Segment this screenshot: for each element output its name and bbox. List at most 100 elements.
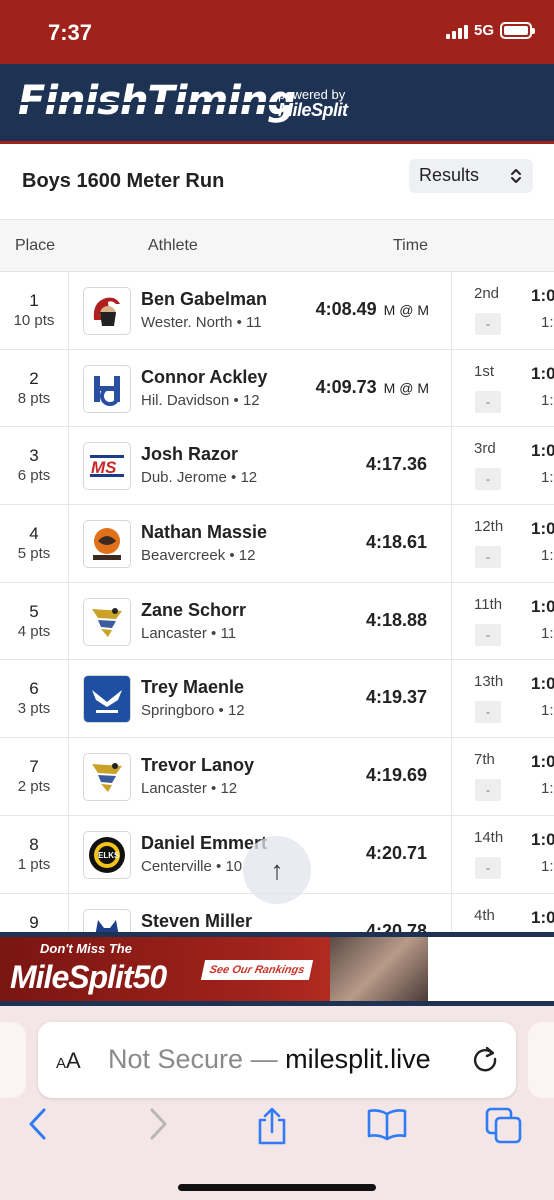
split-time: 1:0 (531, 441, 554, 461)
battery-icon (500, 22, 535, 39)
tabs-icon[interactable] (484, 1106, 524, 1146)
table-row[interactable]: 5 4 pts Zane Schorr Lancaster • 11 4:18.… (0, 582, 554, 661)
athlete-team: Springboro • 12 (141, 702, 245, 720)
place-cell: 5 4 pts (0, 582, 69, 660)
split-rank: 14th (474, 828, 504, 846)
split-cell: 13th - 1:0 1: (451, 660, 554, 738)
browser-nav-bar (0, 1106, 554, 1156)
athlete-name[interactable]: Connor Ackley (141, 367, 267, 388)
ad-banner[interactable]: Don't Miss The MileSplit50 See Our Ranki… (0, 932, 554, 1006)
next-tab-preview[interactable] (528, 1022, 554, 1098)
result-time: 4:09.73 M @ M (315, 376, 429, 397)
table-row[interactable]: 1 10 pts Ben Gabelman Wester. North • 11… (0, 272, 554, 350)
result-time: 4:18.61 (365, 532, 427, 553)
split-badge: - (475, 856, 501, 879)
split-badge: - (475, 313, 501, 335)
address-bar[interactable]: AA Not Secure — milesplit.live (38, 1022, 516, 1098)
place-number: 3 (29, 446, 39, 466)
place-points: 10 pts (13, 312, 55, 329)
place-cell: 1 10 pts (0, 272, 69, 349)
split-rank: 2nd (474, 285, 500, 302)
split-cell: 3rd - 1:0 1: (451, 427, 554, 505)
place-number: 7 (29, 757, 39, 777)
place-number: 1 (29, 291, 39, 310)
view-select[interactable]: Results (409, 159, 533, 193)
husky-logo-icon (83, 908, 131, 932)
reload-icon[interactable] (470, 1044, 500, 1074)
place-points: 6 pts (17, 467, 51, 485)
status-time: 7:37 (48, 20, 93, 45)
place-points: 3 pts (17, 700, 51, 718)
place-number: 8 (29, 834, 39, 854)
athlete-name[interactable]: Nathan Massie (141, 522, 267, 543)
table-row[interactable]: 6 3 pts Trey Maenle Springboro • 12 4:19… (0, 660, 554, 739)
place-number: 2 (29, 368, 39, 388)
share-icon[interactable] (254, 1106, 290, 1146)
book-icon[interactable] (366, 1106, 408, 1142)
result-time: 4:19.69 (365, 765, 427, 786)
network-label: 5G (473, 22, 494, 39)
split-cell: 14th - 1:0 1: (451, 815, 554, 893)
home-indicator (178, 1184, 376, 1191)
athlete-name[interactable]: Zane Schorr (141, 600, 246, 621)
scroll-to-top-button[interactable]: ↑ (243, 836, 311, 904)
header-time[interactable]: Time (393, 237, 428, 255)
milesplit-logo[interactable]: MileSplit (278, 101, 348, 119)
place-cell: 3 6 pts (0, 427, 69, 505)
split-rank: 7th (474, 751, 495, 769)
split-cell: 7th - 1:0 1: (451, 738, 554, 815)
split-cell: 1st - 1:0 1: (451, 349, 554, 427)
result-time: 4:08.49 M @ M (315, 299, 429, 319)
chevron-left-icon[interactable] (26, 1106, 50, 1142)
chevron-right-icon[interactable] (146, 1106, 170, 1142)
results-table-body: 1 10 pts Ben Gabelman Wester. North • 11… (0, 272, 554, 932)
table-row[interactable]: 2 8 pts Connor Ackley Hil. Davidson • 12… (0, 349, 554, 428)
ms-logo-icon: MS (83, 442, 131, 491)
split-rank: 1st (474, 362, 495, 380)
athlete-team: Dub. Jerome • 12 (141, 469, 258, 487)
tornado-logo-icon (83, 753, 131, 802)
ad-tagline: Don't Miss The (40, 941, 132, 956)
finishtiming-logo[interactable]: FinishTiming (18, 78, 300, 124)
split-rank: 4th (474, 906, 495, 924)
athlete-team: Wester. North • 11 (141, 314, 262, 331)
result-time: 4:20.71 (365, 842, 427, 863)
split-subtime: 1: (541, 314, 554, 331)
table-row[interactable]: 3 6 pts MS Josh Razor Dub. Jerome • 12 4… (0, 427, 554, 506)
header-athlete[interactable]: Athlete (148, 237, 198, 255)
split-cell: 11th - 1:0 1: (451, 582, 554, 660)
athlete-team: Beavercreek • 12 (141, 547, 256, 565)
split-badge: - (475, 546, 501, 569)
reader-settings-button[interactable]: AA (56, 1048, 81, 1074)
url-display[interactable]: Not Secure — milesplit.live (108, 1044, 431, 1075)
powered-by: powered by MileSplit (278, 88, 348, 119)
place-number: 6 (29, 679, 39, 699)
split-time: 1:0 (531, 596, 554, 616)
place-points: 1 pts (17, 855, 51, 873)
split-subtime: 1: (541, 469, 554, 487)
ad-image[interactable]: Don't Miss The MileSplit50 See Our Ranki… (0, 937, 428, 1001)
split-badge: - (475, 468, 501, 491)
result-time: 4:17.36 (365, 454, 427, 475)
athlete-name[interactable]: Ben Gabelman (141, 289, 267, 310)
event-title: Boys 1600 Meter Run (22, 170, 225, 192)
header-place[interactable]: Place (15, 237, 55, 255)
athlete-name[interactable]: Steven Miller (141, 911, 252, 932)
split-rank: 12th (474, 518, 504, 536)
athlete-name[interactable]: Trevor Lanoy (141, 755, 254, 776)
split-time: 1:0 (531, 286, 554, 305)
athlete-name[interactable]: Josh Razor (141, 444, 238, 465)
split-time: 1:0 (531, 363, 554, 383)
place-points: 4 pts (17, 622, 51, 640)
table-row[interactable]: 4 5 pts Nathan Massie Beavercreek • 12 4… (0, 505, 554, 583)
qualifier-mark: M @ M (383, 379, 429, 396)
table-row[interactable]: 7 2 pts Trevor Lanoy Lancaster • 12 4:19… (0, 738, 554, 816)
split-subtime: 1: (541, 702, 554, 720)
place-points: 8 pts (17, 389, 51, 407)
previous-tab-preview[interactable] (0, 1022, 26, 1098)
athlete-name[interactable]: Trey Maenle (141, 677, 244, 698)
split-badge: - (475, 701, 501, 724)
ad-cta-button[interactable]: See Our Rankings (200, 960, 314, 980)
ad-headline: MileSplit50 (10, 959, 167, 995)
split-badge: - (475, 390, 501, 413)
